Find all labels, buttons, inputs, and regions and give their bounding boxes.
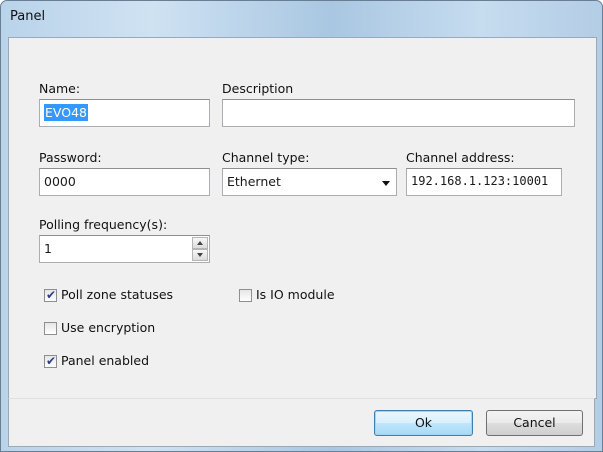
is-io-module-checkbox[interactable] (239, 289, 252, 302)
ok-button[interactable]: Ok (374, 410, 473, 436)
channel-address-value: 192.168.1.123:10001 (411, 174, 549, 188)
spin-up-button[interactable] (192, 237, 208, 249)
use-encryption-checkbox[interactable] (44, 322, 57, 335)
check-icon: ✔ (46, 288, 57, 302)
channel-address-label: Channel address: (406, 150, 515, 165)
title-bar[interactable]: Panel (1, 1, 602, 31)
password-input[interactable]: 0000 (39, 168, 210, 196)
name-value: EVO48 (44, 104, 88, 121)
description-label: Description (222, 81, 294, 96)
panel-enabled-label[interactable]: Panel enabled (61, 353, 149, 368)
arrow-down-icon (197, 253, 203, 257)
use-encryption-label[interactable]: Use encryption (61, 320, 155, 335)
chevron-down-icon (382, 181, 390, 186)
poll-zone-statuses-label[interactable]: Poll zone statuses (61, 287, 173, 302)
dialog-footer: Ok Cancel (8, 398, 595, 447)
polling-frequency-label: Polling frequency(s): (39, 217, 168, 232)
check-icon: ✔ (46, 354, 57, 368)
polling-frequency-spinner[interactable]: 1 (39, 235, 210, 263)
channel-type-value: Ethernet (227, 174, 281, 189)
cancel-button[interactable]: Cancel (486, 410, 583, 436)
poll-zone-statuses-checkbox[interactable]: ✔ (44, 288, 57, 302)
polling-frequency-value: 1 (44, 241, 52, 256)
channel-type-select[interactable]: Ethernet (222, 168, 397, 196)
window-title: Panel (10, 9, 46, 24)
channel-address-input[interactable]: 192.168.1.123:10001 (406, 168, 562, 196)
arrow-up-icon (197, 241, 203, 245)
spinner-buttons (192, 237, 208, 261)
password-label: Password: (39, 150, 102, 165)
name-label: Name: (39, 81, 81, 96)
dialog-body: Name: EVO48 Description Password: 0000 C… (8, 37, 597, 399)
spin-down-button[interactable] (192, 249, 208, 261)
channel-type-label: Channel type: (222, 150, 310, 165)
name-input[interactable]: EVO48 (39, 99, 210, 127)
panel-enabled-checkbox[interactable]: ✔ (44, 354, 57, 368)
password-value: 0000 (44, 174, 76, 189)
description-input[interactable] (222, 99, 575, 127)
panel-dialog: Panel Name: EVO48 Description Password: … (0, 0, 603, 452)
is-io-module-label[interactable]: Is IO module (256, 287, 335, 302)
